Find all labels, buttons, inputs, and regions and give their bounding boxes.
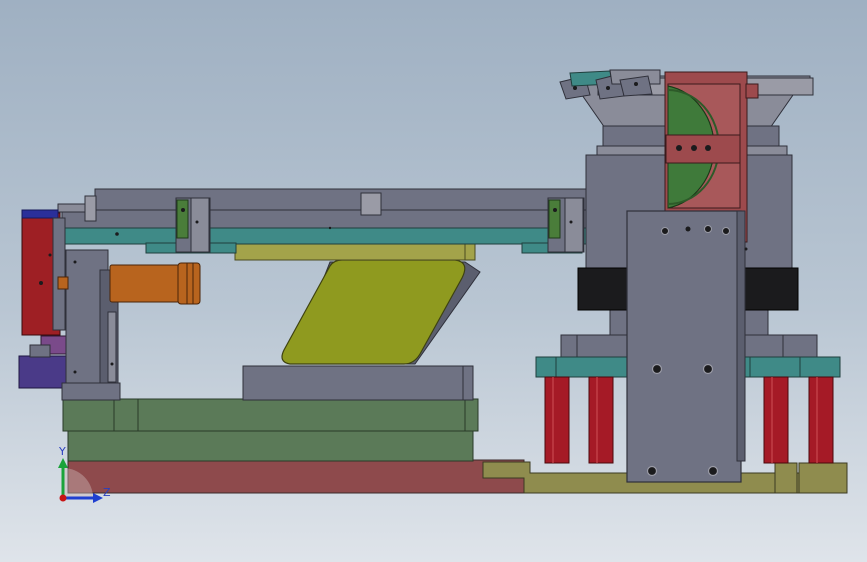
damper-black-right[interactable] [741,267,799,311]
triad-origin [59,494,67,502]
red-column-2[interactable] [588,376,614,464]
base-plate-olive-block-2[interactable] [798,462,848,494]
maroon-side[interactable] [52,217,66,331]
rust-tab[interactable] [745,83,759,99]
vertical-mount-plate [626,210,748,483]
cam-plate-yellow[interactable] [281,259,466,365]
red-column-4[interactable] [808,376,834,464]
bracket-left[interactable] [175,197,211,253]
blue-cap[interactable] [21,209,59,219]
rail-clip-2[interactable] [360,192,382,216]
cylinder-rod-end[interactable] [177,262,201,305]
red-column-1[interactable] [544,376,570,464]
cam-assembly [234,230,481,365]
cylinder-rod[interactable] [57,276,69,290]
top-rail-assembly [57,188,633,254]
cad-assembly-drawing: Y Z [18,69,848,503]
base-plate-red[interactable] [67,459,525,494]
rail-teal-strip[interactable] [61,227,633,245]
mount-plate-front[interactable] [626,210,742,483]
cad-viewport[interactable]: Y Z [0,0,867,562]
base-plate-olive-block-1[interactable] [774,462,798,494]
cam-base-block[interactable] [242,365,474,401]
bracket-right[interactable] [547,197,585,253]
steel-block[interactable] [29,344,51,358]
green-plate-upper[interactable] [62,398,479,432]
damper-black-left[interactable] [577,267,633,311]
cylinder-body[interactable] [109,264,189,303]
z-axis-arrow [93,493,103,503]
y-axis-arrow [58,458,68,468]
rail-top-bar[interactable] [94,188,626,212]
red-column-3[interactable] [763,376,789,464]
cylinder-foot[interactable] [61,382,121,401]
cylinder-slot[interactable] [107,311,117,383]
rail-lower-bar[interactable] [61,209,628,229]
y-axis-label: Y [58,445,66,458]
green-plate-lower[interactable] [67,429,474,462]
z-axis-label: Z [103,486,111,499]
mount-plate-edge[interactable] [736,210,746,462]
left-plate-stack [62,365,479,462]
rim-clips[interactable] [559,69,661,100]
rail-clip-1[interactable] [84,195,97,222]
